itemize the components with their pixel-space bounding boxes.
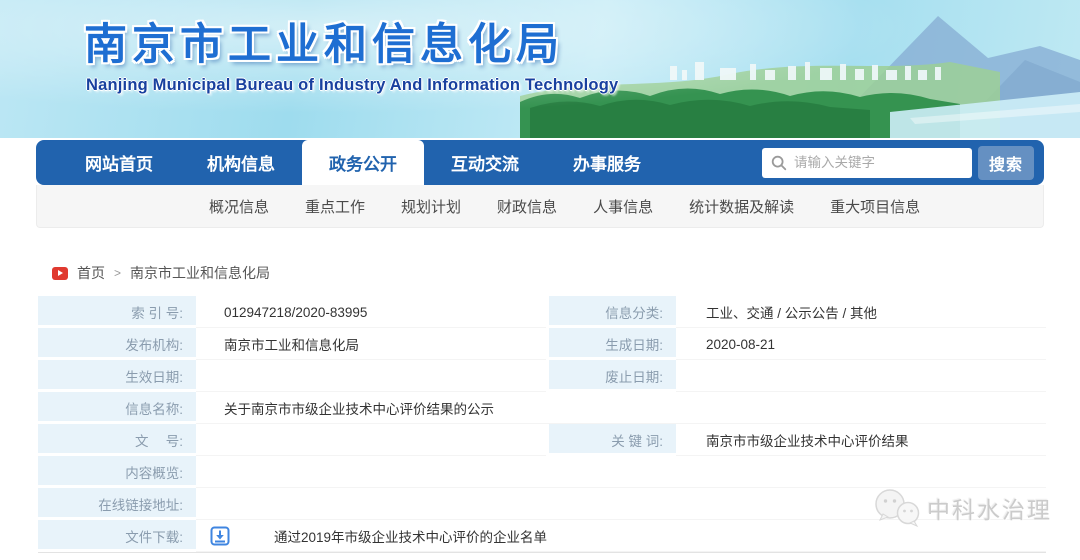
main-navbar: 网站首页 机构信息 政务公开 互动交流 办事服务 搜索	[36, 140, 1044, 185]
breadcrumb-home[interactable]: 首页	[77, 263, 105, 283]
subnav-item-planning[interactable]: 规划计划	[401, 196, 461, 217]
field-value-issuing-agency: 南京市工业和信息化局	[196, 328, 546, 360]
sub-navbar: 概况信息 重点工作 规划计划 财政信息 人事信息 统计数据及解读 重大项目信息	[36, 185, 1044, 228]
field-label-keywords: 关 键 词:	[546, 424, 676, 456]
field-label-expiry-date: 废止日期:	[546, 360, 676, 392]
table-row-issuing-agency: 发布机构: 南京市工业和信息化局 生成日期: 2020-08-21	[38, 328, 1046, 360]
table-row-content-overview: 内容概览:	[38, 456, 1046, 488]
table-row-info-name: 信息名称: 关于南京市市级企业技术中心评价结果的公示	[38, 392, 1046, 424]
site-banner: 南京市工业和信息化局 Nanjing Municipal Bureau of I…	[0, 0, 1080, 138]
field-label-index-number: 索 引 号:	[38, 296, 196, 328]
table-row-effective-date: 生效日期: 废止日期:	[38, 360, 1046, 392]
field-value-content-overview	[196, 456, 1046, 488]
watermark-text: 中科水治理	[927, 491, 1052, 525]
table-row-index-number: 索 引 号: 012947218/2020-83995 信息分类: 工业、交通 …	[38, 296, 1046, 328]
watermark: 中科水治理	[871, 487, 1052, 529]
field-label-generation-date: 生成日期:	[546, 328, 676, 360]
field-label-document-number: 文 号:	[38, 424, 196, 456]
field-value-expiry-date	[676, 360, 1046, 392]
field-value-info-name: 关于南京市市级企业技术中心评价结果的公示	[196, 392, 1046, 424]
breadcrumb-current: 南京市工业和信息化局	[130, 263, 270, 283]
field-value-keywords: 南京市市级企业技术中心评价结果	[676, 424, 1046, 456]
breadcrumb: 首页 > 南京市工业和信息化局	[52, 263, 270, 283]
nav-item-organization[interactable]: 机构信息	[180, 140, 302, 185]
subnav-item-major-projects[interactable]: 重大项目信息	[830, 196, 920, 217]
breadcrumb-separator: >	[114, 266, 121, 280]
subnav-item-key-work[interactable]: 重点工作	[305, 196, 365, 217]
nav-items: 网站首页 机构信息 政务公开 互动交流 办事服务	[36, 140, 668, 185]
home-marker-icon	[52, 267, 68, 280]
subnav-item-personnel[interactable]: 人事信息	[593, 196, 653, 217]
field-label-content-overview: 内容概览:	[38, 456, 196, 488]
field-value-generation-date: 2020-08-21	[676, 328, 1046, 360]
banner-landscape-image	[520, 0, 1080, 138]
download-icon[interactable]	[210, 526, 230, 546]
table-row-document-number: 文 号: 关 键 词: 南京市市级企业技术中心评价结果	[38, 424, 1046, 456]
nav-item-services[interactable]: 办事服务	[546, 140, 668, 185]
field-value-document-number	[196, 424, 546, 456]
site-title: 南京市工业和信息化局	[84, 10, 564, 72]
field-label-issuing-agency: 发布机构:	[38, 328, 196, 360]
download-file-link[interactable]: 通过2019年市级企业技术中心评价的企业名单	[274, 526, 547, 546]
field-value-index-number: 012947218/2020-83995	[196, 296, 546, 328]
field-value-effective-date	[196, 360, 546, 392]
subnav-item-overview[interactable]: 概况信息	[209, 196, 269, 217]
search-button[interactable]: 搜索	[978, 146, 1034, 180]
search-area: 搜索	[762, 140, 1044, 185]
site-subtitle-english: Nanjing Municipal Bureau of Industry And…	[86, 76, 618, 95]
field-label-effective-date: 生效日期:	[38, 360, 196, 392]
search-box	[762, 148, 972, 178]
subnav-item-statistics[interactable]: 统计数据及解读	[689, 196, 794, 217]
field-label-file-download: 文件下载:	[38, 520, 196, 552]
field-label-info-name: 信息名称:	[38, 392, 196, 424]
subnav-item-finance[interactable]: 财政信息	[497, 196, 557, 217]
wechat-logo-icon	[871, 487, 923, 529]
nav-item-government-disclosure[interactable]: 政务公开	[302, 140, 424, 185]
page: 南京市工业和信息化局 Nanjing Municipal Bureau of I…	[0, 0, 1080, 560]
search-input[interactable]	[762, 148, 972, 178]
field-label-info-category: 信息分类:	[546, 296, 676, 328]
field-value-info-category: 工业、交通 / 公示公告 / 其他	[676, 296, 1046, 328]
field-label-online-link: 在线链接地址:	[38, 488, 196, 520]
search-icon	[770, 154, 788, 172]
nav-item-home[interactable]: 网站首页	[58, 140, 180, 185]
nav-item-interaction[interactable]: 互动交流	[424, 140, 546, 185]
